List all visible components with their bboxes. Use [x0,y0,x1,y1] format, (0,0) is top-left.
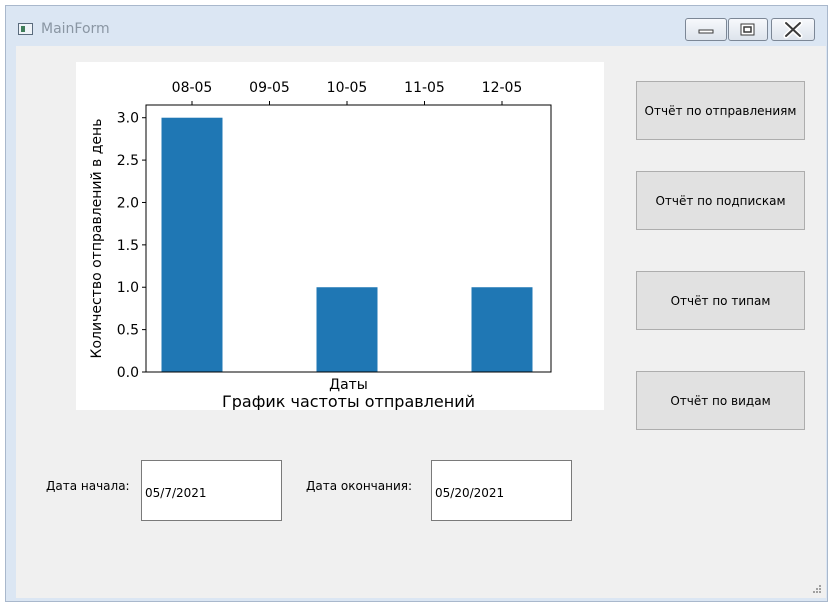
end-date-field[interactable]: 05/20/2021 [431,460,572,521]
window-title: MainForm [41,21,110,37]
start-date-field[interactable]: 05/7/2021 [141,460,282,521]
x-tick-label: 08-05 [172,80,213,96]
report-types-button[interactable]: Отчёт по типам [636,271,805,330]
close-icon [783,20,803,39]
end-date-label: Дата окончания: [306,479,413,493]
y-tick-label: 1.5 [117,238,139,254]
y-tick-label: 1.0 [117,280,139,296]
report-sends-button[interactable]: Отчёт по отправлениям [636,81,805,140]
y-tick-label: 3.0 [117,111,139,127]
y-tick-label: 0.0 [117,365,139,381]
close-button[interactable] [771,18,815,41]
maximize-icon [740,23,755,36]
minimize-icon [698,29,714,34]
maximize-button[interactable] [728,18,768,41]
report-subscriptions-button[interactable]: Отчёт по подпискам [636,171,805,230]
y-tick-label: 0.5 [117,323,139,339]
y-axis-label: Количество отправлений в день [89,119,105,359]
y-tick-label: 2.0 [117,195,139,211]
client-area: 0.0 0.5 1.0 1.5 2.0 2.5 3.0 08-05 09-05 10-05 11-0… [16,46,826,598]
x-tick-label: 12-05 [482,80,523,96]
report-kinds-button[interactable]: Отчёт по видам [636,371,805,430]
bar-08-05 [161,117,223,372]
x-tick-label: 09-05 [249,80,290,96]
bar-10-05 [316,287,378,372]
x-tick-label: 10-05 [327,80,368,96]
x-axis-label: Даты [329,377,368,393]
resize-grip-icon[interactable] [812,584,822,594]
chart-svg: 0.0 0.5 1.0 1.5 2.0 2.5 3.0 08-05 09-05 10-05 11-0… [89,80,552,410]
x-tick-label: 11-05 [404,80,445,96]
end-date-value: 05/20/2021 [435,486,505,500]
start-date-value: 05/7/2021 [145,486,207,500]
chart-title: График частоты отправлений [222,392,475,410]
start-date-label: Дата начала: [46,479,130,493]
bar-12-05 [471,287,533,372]
main-window: MainForm 0.0 0.5 1.0 1.5 2.0 2.5 3.0 08-05 09-05… [5,5,828,602]
title-bar[interactable]: MainForm [6,6,827,46]
app-window-icon [18,23,33,35]
minimize-button[interactable] [685,18,727,41]
frequency-chart: 0.0 0.5 1.0 1.5 2.0 2.5 3.0 08-05 09-05 10-05 11-0… [76,62,604,410]
y-tick-label: 2.5 [117,153,139,169]
